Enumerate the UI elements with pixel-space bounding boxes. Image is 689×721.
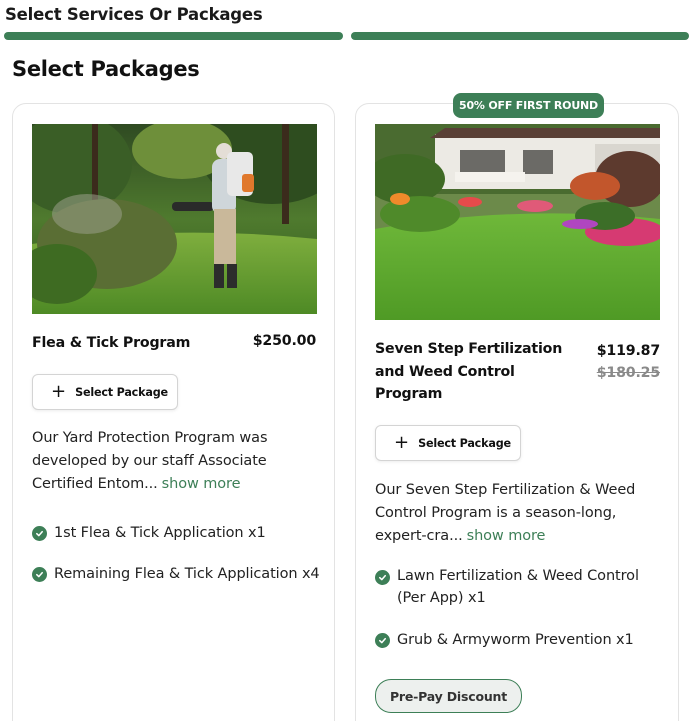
feature-item: Remaining Flea & Tick Application x4 [32, 563, 322, 585]
feature-item: 1st Flea & Tick Application x1 [32, 522, 322, 544]
step-progress [4, 32, 689, 40]
select-package-button[interactable]: + Select Package [32, 374, 178, 410]
package-description: Our Yard Protection Program was develope… [32, 427, 322, 496]
section-title: Select Packages [12, 57, 200, 81]
package-image [32, 124, 317, 314]
check-circle-icon [375, 633, 390, 648]
feature-label: Lawn Fertilization & Weed Control (Per A… [397, 568, 639, 606]
select-package-label: Select Package [75, 385, 168, 399]
plus-icon: + [51, 381, 67, 402]
package-title: Seven Step Fertilization and Weed Contro… [375, 341, 563, 402]
package-price: $250.00 [252, 333, 316, 349]
plus-icon: + [394, 432, 410, 453]
package-original-price: $180.25 [596, 365, 660, 381]
select-package-label: Select Package [418, 436, 511, 450]
check-circle-icon [375, 570, 390, 585]
package-price-group: $119.87 $180.25 [597, 340, 660, 384]
show-more-link[interactable]: show more [162, 476, 241, 492]
package-title: Flea & Tick Program [32, 335, 191, 351]
package-image [375, 124, 660, 320]
page-header: Select Services Or Packages [5, 5, 263, 24]
package-card-fertilization: 50% OFF FIRST ROUND Seven Step Fertiliza… [355, 93, 679, 721]
feature-item: Lawn Fertilization & Weed Control (Per A… [375, 565, 665, 609]
prepay-discount-button[interactable]: Pre-Pay Discount [375, 679, 522, 713]
progress-step-2 [351, 32, 689, 40]
feature-label: Grub & Armyworm Prevention x1 [397, 632, 634, 648]
check-circle-icon [32, 526, 47, 541]
progress-step-1 [4, 32, 343, 40]
package-card-flea-tick: Flea & Tick Program $250.00 + Select Pac… [12, 103, 335, 721]
show-more-link[interactable]: show more [467, 528, 546, 544]
feature-label: 1st Flea & Tick Application x1 [54, 525, 266, 541]
package-description: Our Seven Step Fertilization & Weed Cont… [375, 479, 665, 548]
check-circle-icon [32, 567, 47, 582]
select-package-button[interactable]: + Select Package [375, 425, 521, 461]
package-price: $119.87 [596, 343, 660, 359]
discount-badge: 50% OFF FIRST ROUND [453, 93, 604, 118]
feature-item: Grub & Armyworm Prevention x1 [375, 629, 665, 651]
feature-label: Remaining Flea & Tick Application x4 [54, 566, 320, 582]
